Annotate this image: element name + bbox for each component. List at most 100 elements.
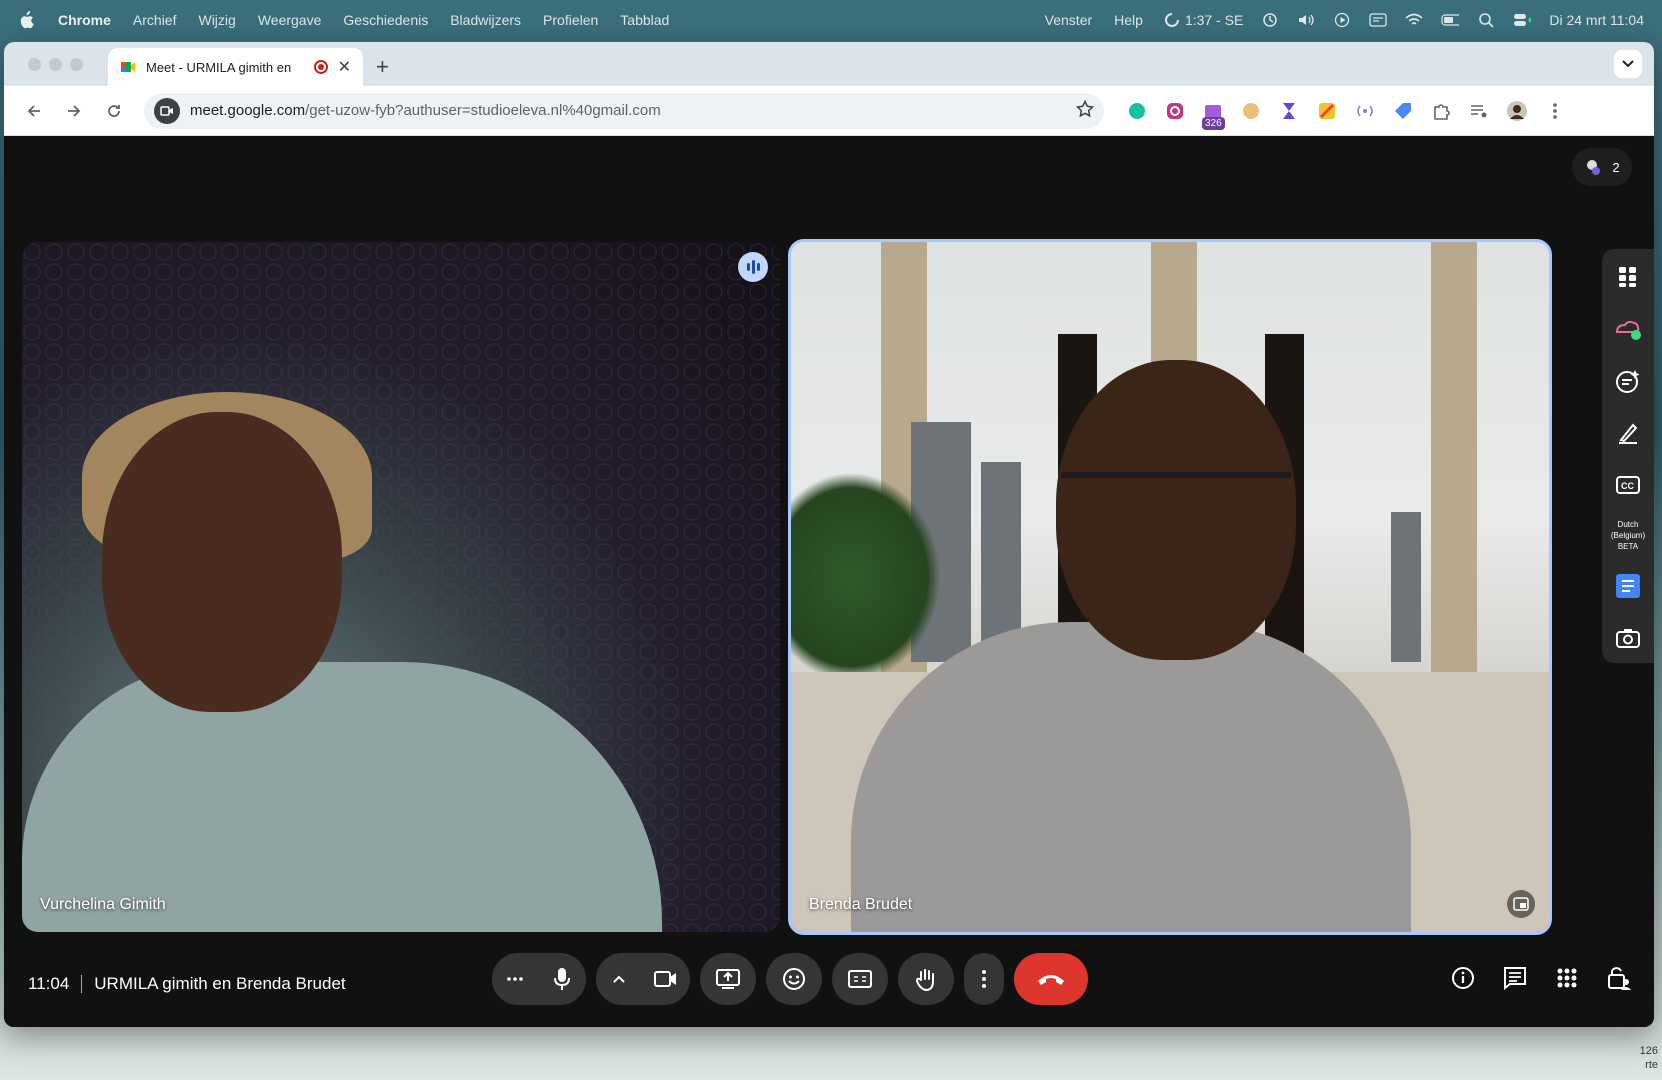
- cloud-effects-icon: [1615, 320, 1641, 340]
- media-control-icon[interactable]: [1468, 100, 1490, 122]
- mic-control-group: [492, 953, 586, 1005]
- arrow-left-icon: [27, 104, 40, 117]
- minimize-window-button[interactable]: [49, 58, 62, 71]
- meeting-title: URMILA gimith en Brenda Brudet: [94, 974, 346, 993]
- participant-avatar-icon: [1587, 160, 1601, 175]
- active-tab[interactable]: Meet - URMILA gimith en ✕: [108, 48, 363, 86]
- arrow-right-icon: [68, 104, 81, 117]
- desktop-edge-line: 126: [1639, 1045, 1658, 1057]
- caption-language-label[interactable]: Dutch (Belgium) BETA: [1606, 519, 1650, 552]
- control-center-icon[interactable]: [1513, 12, 1532, 28]
- tag-extension-icon[interactable]: [1392, 100, 1414, 122]
- leave-call-button[interactable]: [1014, 953, 1088, 1005]
- play-icon[interactable]: [1333, 12, 1351, 28]
- raise-hand-button[interactable]: [898, 953, 954, 1005]
- apps-grid-button[interactable]: [1610, 259, 1646, 295]
- meeting-info: 11:04 URMILA gimith en Brenda Brudet: [28, 974, 346, 994]
- screenshot-button[interactable]: [1610, 620, 1646, 656]
- display-icon[interactable]: [1369, 12, 1387, 28]
- notes-button[interactable]: [1610, 568, 1646, 604]
- zoom-window-button[interactable]: [70, 58, 83, 71]
- participant-name: Vurchelina Gimith: [40, 896, 166, 913]
- address-bar[interactable]: meet.google.com/get-uzow-fyb?authuser=st…: [144, 92, 1104, 129]
- captions-side-button[interactable]: CC: [1610, 467, 1646, 503]
- extensions-area: 326: [1126, 100, 1566, 130]
- activities-button[interactable]: [1554, 965, 1580, 991]
- url-path: /get-uzow-fyb?authuser=studioeleva.nl%40…: [305, 102, 661, 119]
- audio-options-button[interactable]: [492, 953, 538, 1005]
- video-options-button[interactable]: [596, 953, 642, 1005]
- forward-button[interactable]: [56, 93, 92, 129]
- desktop-edge-line: rte: [1645, 1059, 1658, 1071]
- meet-stage: 2 Vurchelina Gimith Brenda Brudet CC Dut…: [4, 136, 1654, 1027]
- meeting-details-button[interactable]: [1450, 965, 1476, 991]
- broadcast-extension-icon[interactable]: [1354, 100, 1376, 122]
- menu-bladwijzers[interactable]: Bladwijzers: [450, 12, 521, 28]
- menu-profielen[interactable]: Profielen: [543, 12, 598, 28]
- app-name-menu[interactable]: Chrome: [58, 12, 111, 28]
- close-tab-icon[interactable]: ✕: [338, 57, 351, 77]
- browser-toolbar: meet.google.com/get-uzow-fyb?authuser=st…: [4, 86, 1654, 136]
- call-controls: [492, 953, 1088, 1005]
- more-menu-icon[interactable]: [1544, 100, 1566, 122]
- menu-archief[interactable]: Archief: [133, 12, 177, 28]
- apple-menu-icon[interactable]: [18, 11, 36, 29]
- avatar-extension-icon[interactable]: [1240, 100, 1262, 122]
- present-screen-button[interactable]: [700, 953, 756, 1005]
- menubar-clock[interactable]: Di 24 mrt 11:04: [1549, 12, 1644, 28]
- extension-badge: 326: [1202, 116, 1225, 130]
- close-window-button[interactable]: [28, 58, 41, 71]
- menu-help[interactable]: Help: [1114, 12, 1143, 28]
- more-options-button[interactable]: [964, 953, 1004, 1005]
- menu-weergave[interactable]: Weergave: [258, 12, 322, 28]
- more-vertical-icon: [982, 970, 986, 988]
- plant: [791, 472, 941, 682]
- participant-tile-left[interactable]: Vurchelina Gimith: [22, 242, 780, 932]
- captions-button[interactable]: [832, 953, 888, 1005]
- wifi-icon[interactable]: [1405, 12, 1423, 28]
- participant-count: 2: [1612, 159, 1620, 175]
- menu-geschiedenis[interactable]: Geschiedenis: [343, 12, 428, 28]
- present-icon: [716, 969, 740, 989]
- timer-status[interactable]: 1:37 - SE: [1164, 12, 1243, 28]
- participants-button[interactable]: 2: [1572, 148, 1632, 186]
- microphone-button[interactable]: [538, 953, 586, 1005]
- reload-button[interactable]: [96, 93, 132, 129]
- tab-search-button[interactable]: [1614, 50, 1642, 78]
- ai-chat-button[interactable]: [1610, 363, 1646, 399]
- meeting-time: 11:04: [28, 974, 70, 993]
- menu-venster[interactable]: Venster: [1045, 12, 1092, 28]
- color-picker-extension-icon[interactable]: [1316, 100, 1338, 122]
- video-camera-icon: [654, 971, 676, 987]
- time-machine-icon[interactable]: [1261, 12, 1279, 28]
- new-tab-button[interactable]: +: [376, 54, 389, 80]
- reactions-button[interactable]: [766, 953, 822, 1005]
- battery-icon[interactable]: [1441, 12, 1460, 28]
- back-button[interactable]: [16, 93, 52, 129]
- sparkle-chat-icon: [1616, 370, 1640, 393]
- spotlight-search-icon[interactable]: [1477, 12, 1495, 28]
- tab-strip: Meet - URMILA gimith en ✕ +: [4, 42, 1654, 86]
- participant-tile-right[interactable]: Brenda Brudet: [788, 239, 1552, 935]
- site-info-icon[interactable]: [154, 97, 180, 124]
- volume-icon[interactable]: [1297, 12, 1315, 28]
- effects-button[interactable]: [1610, 311, 1646, 347]
- grammar-extension-icon[interactable]: [1126, 100, 1148, 122]
- host-controls-button[interactable]: [1606, 965, 1632, 991]
- hourglass-extension-icon[interactable]: [1278, 100, 1300, 122]
- menu-wijzig[interactable]: Wijzig: [198, 12, 235, 28]
- puzzle-extensions-icon[interactable]: [1430, 100, 1452, 122]
- closed-captions-icon: [848, 970, 872, 988]
- menu-tabblad[interactable]: Tabblad: [620, 12, 669, 28]
- profile-avatar[interactable]: [1506, 100, 1528, 122]
- participant-face: [102, 412, 342, 712]
- picture-in-picture-button[interactable]: [1507, 890, 1535, 918]
- camera-button[interactable]: [642, 953, 690, 1005]
- annotate-button[interactable]: [1610, 415, 1646, 451]
- instagram-extension-icon[interactable]: [1164, 100, 1186, 122]
- meet-control-bar: 11:04 URMILA gimith en Brenda Brudet: [4, 941, 1654, 1027]
- document-icon: [1616, 574, 1640, 598]
- chat-button[interactable]: [1502, 965, 1528, 991]
- calendar-extension-icon[interactable]: 326: [1202, 100, 1225, 130]
- bookmark-star-icon[interactable]: [1075, 99, 1095, 122]
